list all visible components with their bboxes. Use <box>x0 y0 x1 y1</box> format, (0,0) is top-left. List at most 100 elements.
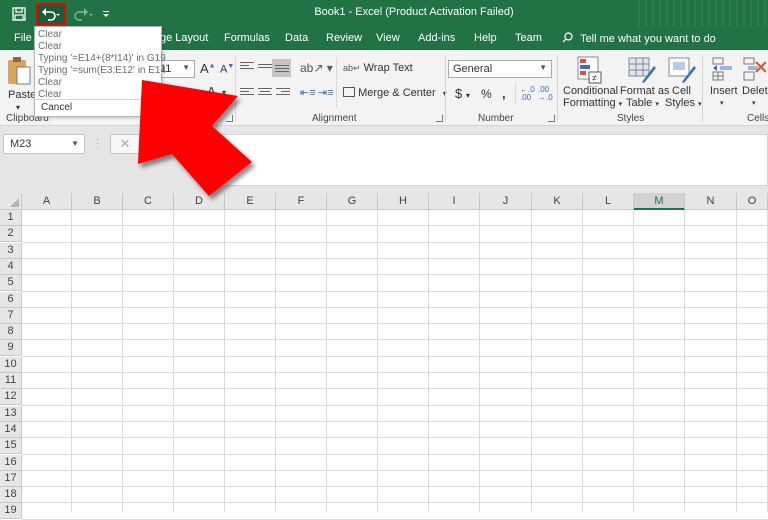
alignment-dialog-launcher[interactable] <box>436 115 443 122</box>
row-header-17[interactable]: 17 <box>0 470 22 487</box>
align-left-icon[interactable] <box>240 88 254 99</box>
undo-history-item[interactable]: Clear <box>38 77 62 88</box>
delete-button[interactable]: Delete ▾ <box>740 56 768 112</box>
row-header-3[interactable]: 3 <box>0 242 22 259</box>
font-dialog-launcher[interactable] <box>226 115 233 122</box>
insert-button[interactable]: Insert ▾ <box>706 56 740 112</box>
column-header-j[interactable]: J <box>480 193 532 210</box>
row-header-5[interactable]: 5 <box>0 275 22 292</box>
spreadsheet-grid[interactable]: A B C D E F G H I J K L M N O 1 2 3 4 5 6 7 8 9 10 11 12 13 14 15 16 17… <box>0 193 768 520</box>
row-header-1[interactable]: 1 <box>0 210 22 226</box>
font-color-dropdown[interactable]: ▾ <box>222 88 226 97</box>
increase-indent-icon[interactable]: ⇥≡ <box>318 86 334 99</box>
column-header-n[interactable]: N <box>685 193 737 210</box>
column-gridline <box>633 210 634 512</box>
cancel-entry-button[interactable]: ✕ <box>110 134 140 154</box>
percent-button[interactable]: % <box>481 87 492 101</box>
row-header-6[interactable]: 6 <box>0 291 22 308</box>
number-dialog-launcher[interactable] <box>548 115 555 122</box>
format-as-table-button[interactable]: Format as Table ▾ <box>620 56 670 112</box>
font-color-button[interactable]: A <box>207 84 216 99</box>
cell-styles-label: Cell <box>672 85 691 97</box>
select-all-button[interactable] <box>0 193 22 210</box>
save-icon <box>12 7 26 21</box>
row-header-13[interactable]: 13 <box>0 405 22 422</box>
paste-button[interactable]: Paste ▾ <box>6 56 36 116</box>
column-header-l[interactable]: L <box>583 193 634 210</box>
column-header-m[interactable]: M <box>634 193 685 210</box>
align-bottom-button[interactable] <box>272 59 291 77</box>
formula-bar-grip[interactable]: · · · <box>96 135 99 153</box>
tab-review[interactable]: Review <box>326 32 362 44</box>
wrap-text-icon: ab↵ <box>343 63 361 73</box>
merge-center-button[interactable]: Merge & Center ▾ <box>343 87 447 99</box>
formula-input[interactable] <box>200 134 768 186</box>
undo-history-item[interactable]: Typing '=sum(E3:E12' in E14 <box>38 65 166 76</box>
number-format-select[interactable]: General ▼ <box>448 60 552 78</box>
undo-history-item[interactable]: Clear <box>38 89 62 100</box>
row-header-12[interactable]: 12 <box>0 389 22 406</box>
column-header-e[interactable]: E <box>225 193 276 210</box>
tell-me-search[interactable]: Tell me what you want to do <box>562 32 716 45</box>
tab-help[interactable]: Help <box>474 32 497 44</box>
search-icon <box>562 32 573 43</box>
grow-font-button[interactable]: A▲ <box>200 61 216 76</box>
fill-color-button[interactable]: ◈ <box>180 85 190 101</box>
currency-button[interactable]: $ ▾ <box>455 86 470 101</box>
column-header-o[interactable]: O <box>737 193 768 210</box>
column-header-g[interactable]: G <box>327 193 378 210</box>
column-header-k[interactable]: K <box>532 193 583 210</box>
align-top-icon[interactable] <box>240 62 254 73</box>
row-header-19[interactable]: 19 <box>0 503 22 520</box>
row-header-7[interactable]: 7 <box>0 307 22 324</box>
customize-qat-button[interactable] <box>100 4 112 24</box>
wrap-text-button[interactable]: ab↵ Wrap Text <box>343 62 413 74</box>
undo-history-item[interactable]: Clear <box>38 29 62 40</box>
fill-color-dropdown[interactable]: ▾ <box>195 88 199 97</box>
tab-add-ins[interactable]: Add-ins <box>418 32 455 44</box>
row-header-16[interactable]: 16 <box>0 454 22 471</box>
undo-cancel-item[interactable]: Cancel <box>41 102 72 113</box>
row-header-11[interactable]: 11 <box>0 373 22 389</box>
decrease-decimal-icon[interactable]: .00 →.0 <box>538 86 553 102</box>
tab-team[interactable]: Team <box>515 32 542 44</box>
row-header-9[interactable]: 9 <box>0 340 22 357</box>
save-button[interactable] <box>8 4 30 24</box>
column-header-c[interactable]: C <box>123 193 174 210</box>
insert-dropdown-icon: ▾ <box>720 100 724 107</box>
tab-data[interactable]: Data <box>285 32 308 44</box>
column-header-d[interactable]: D <box>174 193 225 210</box>
row-header-15[interactable]: 15 <box>0 438 22 455</box>
row-header-2[interactable]: 2 <box>0 226 22 243</box>
row-header-14[interactable]: 14 <box>0 421 22 438</box>
align-right-icon[interactable] <box>276 88 290 99</box>
align-center-icon[interactable] <box>258 88 272 99</box>
cell-styles-button[interactable]: Cell Styles ▾ <box>664 56 702 112</box>
tab-file[interactable]: File <box>14 32 32 44</box>
column-header-b[interactable]: B <box>72 193 123 210</box>
undo-history-item[interactable]: Typing '=E14+(8*I14)' in G19 <box>38 53 166 64</box>
column-header-a[interactable]: A <box>22 193 72 210</box>
row-header-4[interactable]: 4 <box>0 258 22 275</box>
row-header-18[interactable]: 18 <box>0 487 22 504</box>
name-box[interactable]: M23 ▼ <box>3 134 85 154</box>
column-gridline <box>377 210 378 512</box>
tab-page-layout[interactable]: ge Layout <box>160 32 208 44</box>
column-header-i[interactable]: I <box>429 193 480 210</box>
comma-button[interactable]: , <box>502 86 506 101</box>
undo-button[interactable] <box>36 3 66 25</box>
shrink-font-button[interactable]: A▼ <box>220 63 234 76</box>
orientation-icon[interactable]: ab↗ ▾ <box>300 61 333 75</box>
row-header-8[interactable]: 8 <box>0 324 22 341</box>
align-middle-icon[interactable] <box>258 64 272 75</box>
increase-decimal-icon[interactable]: ←.0.00 <box>520 86 535 102</box>
column-header-h[interactable]: H <box>378 193 429 210</box>
conditional-formatting-button[interactable]: ≠ Conditional Formatting ▾ <box>562 56 622 112</box>
redo-button[interactable] <box>72 4 94 24</box>
tab-view[interactable]: View <box>376 32 400 44</box>
decrease-indent-icon[interactable]: ⇤≡ <box>300 86 316 99</box>
column-header-f[interactable]: F <box>276 193 327 210</box>
undo-history-item[interactable]: Clear <box>38 41 62 52</box>
row-header-10[interactable]: 10 <box>0 356 22 373</box>
tab-formulas[interactable]: Formulas <box>224 32 270 44</box>
